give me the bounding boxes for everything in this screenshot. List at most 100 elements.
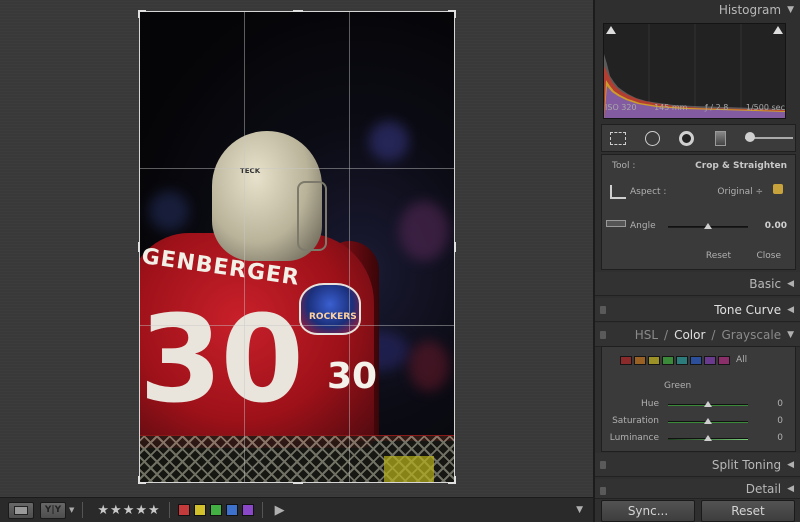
crop-tool-icon[interactable] <box>610 185 626 199</box>
hsl-color-chip[interactable] <box>648 355 660 365</box>
crop-corner-handle[interactable] <box>448 476 456 484</box>
hue-slider[interactable] <box>668 401 748 407</box>
hsl-color-chip[interactable] <box>662 355 674 365</box>
hsl-color-chip[interactable] <box>704 355 716 365</box>
hsl-tab[interactable]: HSL <box>635 328 658 342</box>
saturation-slider[interactable] <box>668 418 748 424</box>
panel-switch-icon[interactable] <box>600 331 606 339</box>
luminance-slider[interactable] <box>668 435 748 441</box>
toolbar-divider <box>82 502 84 518</box>
crop-corner-handle[interactable] <box>138 476 146 484</box>
expand-icon: ◀ <box>787 304 794 315</box>
saturation-label: Saturation <box>612 416 659 426</box>
color-panel: All Green Hue 0 Saturation 0 Luminance 0 <box>601 346 796 452</box>
all-colors-chip[interactable]: All <box>736 355 747 365</box>
histogram-header[interactable]: Histogram ▼ <box>595 0 800 20</box>
iso-value: ISO 320 <box>605 103 637 112</box>
develop-right-panel: Histogram ▼ ISO 320 145 mm ƒ / 2.8 1/500… <box>593 0 800 522</box>
crop-frame[interactable] <box>138 10 456 484</box>
reset-button-label: Reset <box>731 504 765 518</box>
color-chip-group <box>620 355 732 365</box>
basic-panel-header[interactable]: Basic ◀ <box>595 272 800 296</box>
split-toning-panel-header[interactable]: Split Toning ◀ <box>595 453 800 477</box>
hsl-color-chip[interactable] <box>620 355 632 365</box>
color-label-swatch[interactable] <box>193 504 206 516</box>
aperture-value: ƒ / 2.8 <box>705 103 729 112</box>
hue-slider-thumb[interactable] <box>704 401 712 407</box>
basic-panel-title: Basic <box>749 276 782 291</box>
adjustment-brush-tool-icon[interactable] <box>744 129 794 147</box>
hsl-color-chip[interactable] <box>718 355 730 365</box>
crop-reset-button[interactable]: Reset <box>706 251 731 261</box>
grayscale-tab[interactable]: Grayscale <box>721 328 781 342</box>
angle-slider-thumb[interactable] <box>704 223 712 229</box>
straighten-tool-icon[interactable] <box>606 220 626 227</box>
shadow-clipping-icon[interactable] <box>606 26 616 34</box>
crop-corner-handle[interactable] <box>448 10 456 18</box>
luminance-value[interactable]: 0 <box>777 433 783 443</box>
tab-separator: / <box>711 327 716 342</box>
hue-value[interactable]: 0 <box>777 399 783 409</box>
crop-straighten-panel: Tool : Crop & Straighten Aspect : Origin… <box>601 154 796 270</box>
angle-value[interactable]: 0.00 <box>765 221 787 231</box>
color-label-swatch[interactable] <box>209 504 222 516</box>
panel-switch-icon[interactable] <box>600 306 606 314</box>
play-slideshow-icon[interactable]: ▶ <box>275 503 285 518</box>
crop-overlay-tool-icon[interactable] <box>608 129 628 147</box>
saturation-slider-thumb[interactable] <box>704 418 712 424</box>
crop-edge-handle[interactable] <box>138 242 140 252</box>
collapse-icon: ▼ <box>787 329 794 340</box>
hsl-color-chip[interactable] <box>676 355 688 365</box>
star-rating[interactable]: ★★★★★ <box>97 503 160 518</box>
tone-curve-panel-header[interactable]: Tone Curve ◀ <box>595 298 800 322</box>
aspect-label: Aspect : <box>630 187 667 197</box>
graduated-filter-tool-icon[interactable] <box>710 129 730 147</box>
toolbar-divider <box>168 502 170 518</box>
reset-button[interactable]: Reset <box>701 500 795 522</box>
lock-icon[interactable] <box>773 184 783 194</box>
hsl-color-chip[interactable] <box>690 355 702 365</box>
crop-corner-handle[interactable] <box>138 10 146 18</box>
expand-icon: ◀ <box>787 278 794 289</box>
hsl-color-chip[interactable] <box>634 355 646 365</box>
panel-switch-icon[interactable] <box>600 487 606 495</box>
image-canvas[interactable]: TECK GENBERGER 30 ROCKERS 30 <box>0 0 593 497</box>
crop-edge-handle[interactable] <box>293 10 303 12</box>
highlight-clipping-icon[interactable] <box>773 26 783 34</box>
color-label-swatch[interactable] <box>225 504 238 516</box>
hue-label: Hue <box>640 399 659 409</box>
color-label-swatch[interactable] <box>177 504 190 516</box>
red-eye-tool-icon[interactable] <box>676 129 696 147</box>
histogram-title: Histogram <box>718 3 782 17</box>
panel-switch-icon[interactable] <box>600 461 606 469</box>
split-toning-panel-title: Split Toning <box>711 457 782 472</box>
crop-edge-handle[interactable] <box>293 482 303 484</box>
loupe-view-button[interactable] <box>8 501 34 519</box>
crop-close-button[interactable]: Close <box>756 251 781 261</box>
before-after-label: Y|Y <box>44 505 62 515</box>
aspect-dropdown[interactable]: Original ÷ <box>717 187 763 197</box>
sync-button[interactable]: Sync... <box>601 500 695 522</box>
toolbar-menu-chevron-icon[interactable]: ▼ <box>576 505 583 515</box>
luminance-label: Luminance <box>609 433 659 443</box>
hsl-panel-header[interactable]: HSL / Color / Grayscale ▼ <box>595 323 800 347</box>
expand-icon: ◀ <box>787 483 794 494</box>
detail-panel-header[interactable]: Detail ◀ <box>595 479 800 499</box>
toolbar-divider <box>261 502 263 518</box>
histogram-exif-info: ISO 320 145 mm ƒ / 2.8 1/500 sec <box>605 103 785 112</box>
loupe-view-icon <box>14 505 28 515</box>
expand-icon: ◀ <box>787 459 794 470</box>
before-after-button[interactable]: Y|Y <box>40 501 66 519</box>
crop-edge-handle[interactable] <box>454 242 456 252</box>
tab-separator: / <box>664 327 669 342</box>
color-label-swatch[interactable] <box>241 504 254 516</box>
collapse-icon: ▼ <box>787 5 794 15</box>
saturation-value[interactable]: 0 <box>777 416 783 426</box>
selected-color-label: Green <box>664 381 692 391</box>
chevron-down-icon[interactable]: ▼ <box>69 506 74 514</box>
angle-slider[interactable] <box>668 223 748 229</box>
spot-removal-tool-icon[interactable] <box>642 129 662 147</box>
color-tab[interactable]: Color <box>674 328 705 342</box>
luminance-slider-thumb[interactable] <box>704 435 712 441</box>
tool-value: Crop & Straighten <box>695 161 787 171</box>
